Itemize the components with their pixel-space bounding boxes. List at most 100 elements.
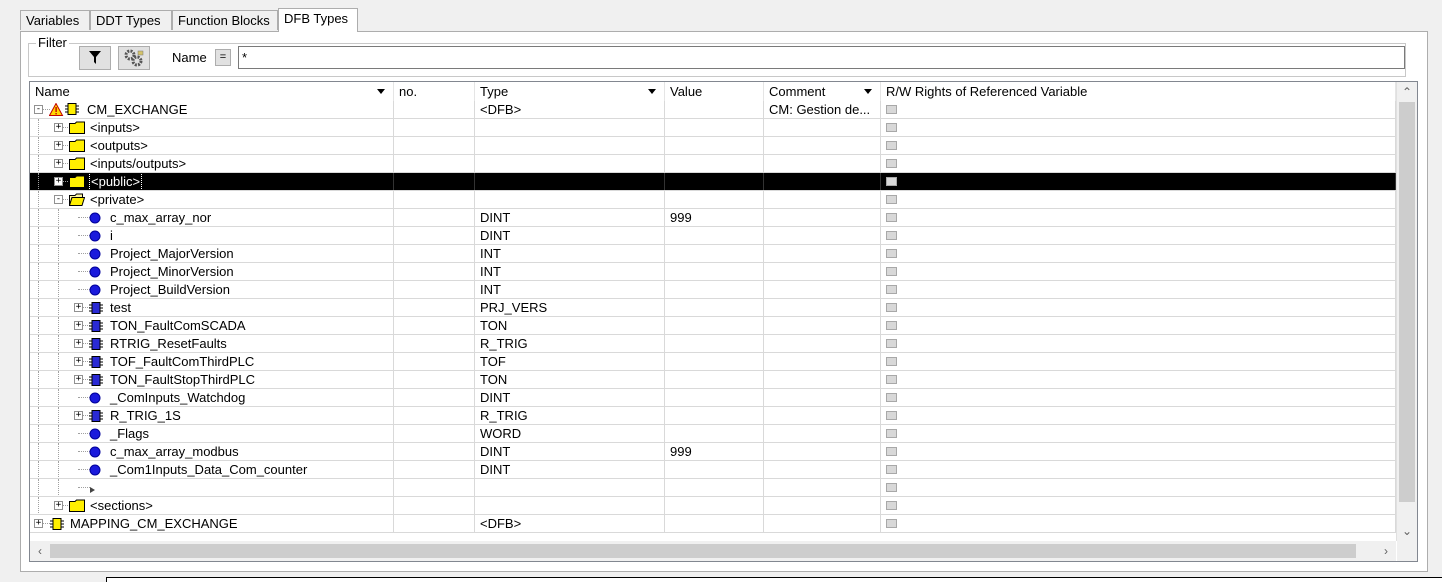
table-row[interactable]: + R_TRIG_1S R_TRIG (30, 407, 1396, 425)
row-name-label[interactable]: <public> (88, 173, 143, 190)
tab-function-blocks[interactable]: Function Blocks (172, 10, 278, 30)
table-row[interactable]: + <public> (30, 173, 1396, 191)
rw-checkbox[interactable] (886, 231, 897, 240)
filter-name-input[interactable] (238, 46, 1405, 69)
rw-checkbox[interactable] (886, 429, 897, 438)
collapse-icon[interactable]: - (54, 195, 63, 204)
scroll-right-icon[interactable]: › (1376, 541, 1396, 561)
tab-ddt-types[interactable]: DDT Types (90, 10, 172, 30)
table-row[interactable]: Project_MinorVersion INT (30, 263, 1396, 281)
column-header-no[interactable]: no. (394, 82, 475, 101)
row-name-label[interactable]: c_max_array_nor (110, 209, 211, 226)
rw-checkbox[interactable] (886, 267, 897, 276)
table-row[interactable]: + TOF_FaultComThirdPLC TOF (30, 353, 1396, 371)
rw-checkbox[interactable] (886, 483, 897, 492)
column-header-comment[interactable]: Comment (764, 82, 881, 101)
row-name-label[interactable]: <private> (90, 191, 144, 208)
collapse-icon[interactable]: - (34, 105, 43, 114)
tab-dfb-types[interactable]: DFB Types (278, 8, 358, 32)
table-row[interactable]: + <sections> (30, 497, 1396, 515)
row-name-label[interactable]: c_max_array_modbus (110, 443, 239, 460)
vertical-scroll-thumb[interactable] (1399, 102, 1415, 502)
row-name-label[interactable]: <inputs> (90, 119, 140, 136)
rw-checkbox[interactable] (886, 501, 897, 510)
expand-icon[interactable]: + (74, 339, 83, 348)
table-row[interactable]: _Flags WORD (30, 425, 1396, 443)
table-row[interactable]: + MAPPING_CM_EXCHANGE <DFB> (30, 515, 1396, 533)
expand-icon[interactable]: + (74, 411, 83, 420)
horizontal-scroll-thumb[interactable] (50, 544, 1356, 558)
table-row[interactable]: + <outputs> (30, 137, 1396, 155)
horizontal-scrollbar[interactable]: ‹ › (30, 541, 1396, 561)
rw-checkbox[interactable] (886, 177, 897, 186)
table-row[interactable]: c_max_array_nor DINT 999 (30, 209, 1396, 227)
rw-checkbox[interactable] (886, 195, 897, 204)
expand-icon[interactable]: + (54, 141, 63, 150)
expand-icon[interactable]: + (74, 357, 83, 366)
row-name-label[interactable]: <outputs> (90, 137, 148, 154)
table-row[interactable]: + test PRJ_VERS (30, 299, 1396, 317)
expand-icon[interactable]: + (54, 159, 63, 168)
column-header-name[interactable]: Name (30, 82, 394, 101)
table-row[interactable]: + <inputs/outputs> (30, 155, 1396, 173)
expand-icon[interactable]: + (54, 501, 63, 510)
rw-checkbox[interactable] (886, 249, 897, 258)
rw-checkbox[interactable] (886, 213, 897, 222)
row-name-label[interactable]: Project_MajorVersion (110, 245, 234, 262)
row-name-label[interactable]: TOF_FaultComThirdPLC (110, 353, 254, 370)
sort-dropdown-icon[interactable] (864, 89, 872, 94)
table-row[interactable]: Project_BuildVersion INT (30, 281, 1396, 299)
rw-checkbox[interactable] (886, 393, 897, 402)
row-name-label[interactable]: RTRIG_ResetFaults (110, 335, 227, 352)
column-header-rw[interactable]: R/W Rights of Referenced Variable (881, 82, 1396, 101)
rw-checkbox[interactable] (886, 519, 897, 528)
table-row[interactable]: + TON_FaultStopThirdPLC TON (30, 371, 1396, 389)
row-name-label[interactable]: TON_FaultStopThirdPLC (110, 371, 255, 388)
row-name-label[interactable]: Project_MinorVersion (110, 263, 234, 280)
scroll-left-icon[interactable]: ‹ (30, 541, 50, 561)
table-row[interactable]: _ComInputs_Watchdog DINT (30, 389, 1396, 407)
row-name-label[interactable]: test (110, 299, 131, 316)
table-row[interactable]: i DINT (30, 227, 1396, 245)
row-name-label[interactable]: i (110, 227, 113, 244)
vertical-scrollbar[interactable]: ⌃ ⌄ (1396, 82, 1417, 541)
scroll-down-icon[interactable]: ⌄ (1397, 521, 1417, 541)
scroll-up-icon[interactable]: ⌃ (1397, 82, 1417, 102)
rw-checkbox[interactable] (886, 447, 897, 456)
column-header-value[interactable]: Value (665, 82, 764, 101)
table-row[interactable] (30, 479, 1396, 497)
expand-icon[interactable]: + (34, 519, 43, 528)
expand-icon[interactable]: + (54, 177, 63, 186)
table-row[interactable]: + <inputs> (30, 119, 1396, 137)
table-row[interactable]: Project_MajorVersion INT (30, 245, 1396, 263)
row-name-label[interactable]: _Flags (110, 425, 149, 442)
row-name-label[interactable]: <inputs/outputs> (90, 155, 186, 172)
row-name-label[interactable]: CM_EXCHANGE (87, 101, 187, 118)
table-row[interactable]: + TON_FaultComSCADA TON (30, 317, 1396, 335)
apply-filter-button[interactable] (79, 46, 111, 70)
table-row[interactable]: - <private> (30, 191, 1396, 209)
table-row[interactable]: - CM_EXCHANGE <DFB> CM: Gestion de... (30, 101, 1396, 119)
rw-checkbox[interactable] (886, 375, 897, 384)
filter-settings-button[interactable] (118, 46, 150, 70)
sort-dropdown-icon[interactable] (648, 89, 656, 94)
rw-checkbox[interactable] (886, 123, 897, 132)
expand-icon[interactable]: + (74, 321, 83, 330)
filter-equals-button[interactable]: = (215, 49, 231, 66)
rw-checkbox[interactable] (886, 339, 897, 348)
table-row[interactable]: _Com1Inputs_Data_Com_counter DINT (30, 461, 1396, 479)
row-name-label[interactable]: R_TRIG_1S (110, 407, 181, 424)
tab-variables[interactable]: Variables (20, 10, 90, 30)
row-name-label[interactable]: Project_BuildVersion (110, 281, 230, 298)
column-header-type[interactable]: Type (475, 82, 665, 101)
rw-checkbox[interactable] (886, 465, 897, 474)
rw-checkbox[interactable] (886, 411, 897, 420)
rw-checkbox[interactable] (886, 159, 897, 168)
row-name-label[interactable]: _ComInputs_Watchdog (110, 389, 245, 406)
expand-icon[interactable]: + (54, 123, 63, 132)
row-name-label[interactable]: MAPPING_CM_EXCHANGE (70, 515, 238, 532)
table-row[interactable]: c_max_array_modbus DINT 999 (30, 443, 1396, 461)
rw-checkbox[interactable] (886, 285, 897, 294)
row-name-label[interactable]: TON_FaultComSCADA (110, 317, 246, 334)
sort-dropdown-icon[interactable] (377, 89, 385, 94)
